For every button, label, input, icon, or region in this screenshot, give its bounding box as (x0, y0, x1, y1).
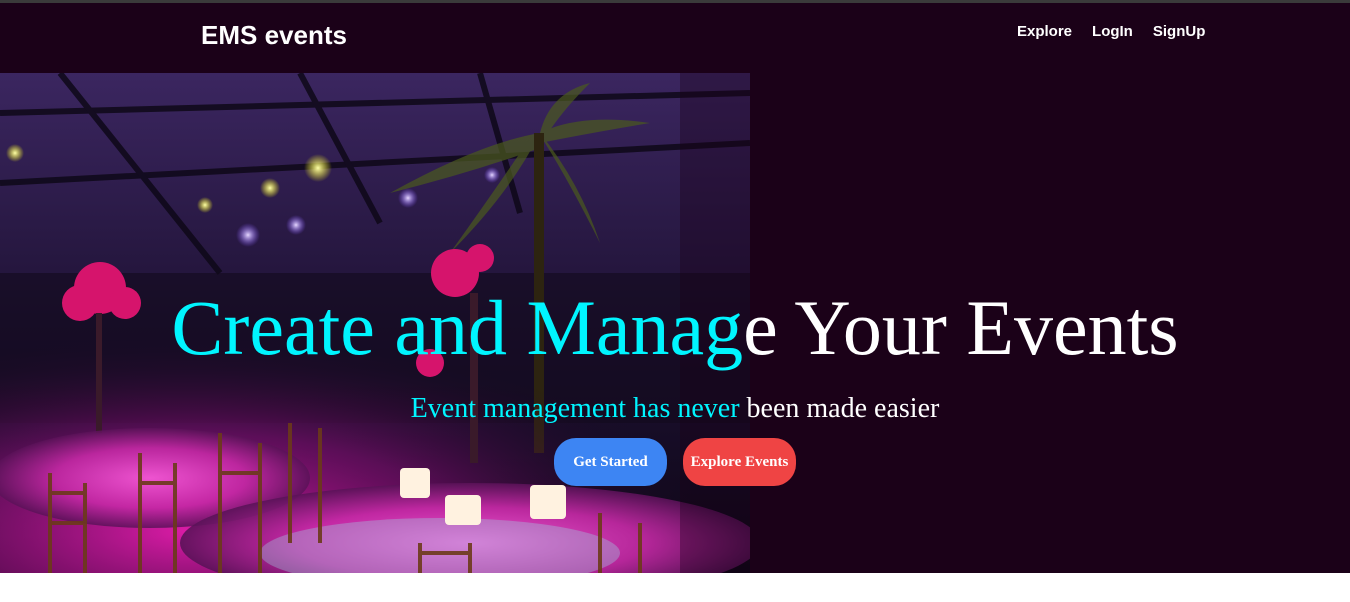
explore-events-button[interactable]: Explore Events (683, 438, 796, 486)
hero-subtitle: Event management has never been made eas… (0, 393, 1350, 425)
hero-title-part1: Create and Manag (171, 284, 744, 371)
nav-link-signup[interactable]: SignUp (1153, 23, 1206, 40)
navbar: EMS events Explore LogIn SignUp (0, 3, 1350, 73)
page-bottom-area (0, 573, 1350, 602)
hero-title: Create and Manage Your Events (0, 283, 1350, 373)
hero-subtitle-part1: Event management has never (410, 393, 747, 424)
brand-logo[interactable]: EMS events (201, 20, 347, 51)
page: EMS events Explore LogIn SignUp Create a… (0, 3, 1350, 573)
hero-title-part2: e Your Events (743, 284, 1179, 371)
cta-buttons: Get Started Explore Events (554, 438, 796, 486)
nav-link-login[interactable]: LogIn (1092, 23, 1133, 40)
nav-link-explore[interactable]: Explore (1017, 23, 1072, 40)
hero-subtitle-part2: been made easier (746, 393, 940, 424)
nav-links: Explore LogIn SignUp (1017, 23, 1205, 40)
get-started-button[interactable]: Get Started (554, 438, 667, 486)
